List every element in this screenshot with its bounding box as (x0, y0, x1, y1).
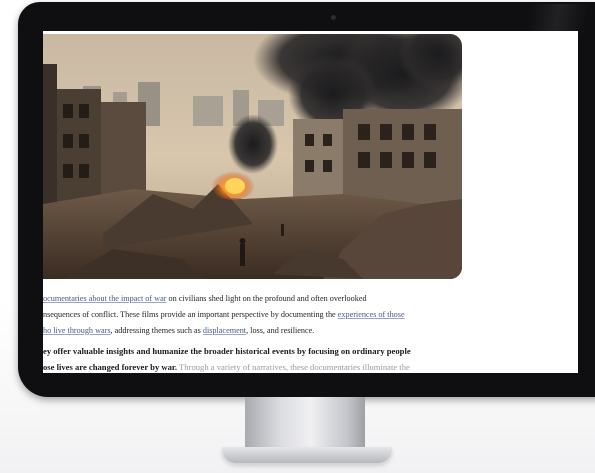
article-link-live-through-wars[interactable]: ho live through wars (43, 326, 111, 335)
monitor-stand-base (222, 447, 392, 463)
article-body: ocumentaries about the impact of war on … (43, 291, 563, 373)
screen-glare (473, 4, 595, 34)
article-link-displacement[interactable]: displacement (203, 326, 246, 335)
article-text: on civilians shed light on the profound … (166, 294, 367, 303)
war-city-illustration (43, 34, 462, 279)
article-paragraph-2-line-1: ey offer valuable insights and humanize … (43, 346, 411, 357)
article-text: nsequences of conflict. These films prov… (43, 309, 338, 319)
article-link-documentaries[interactable]: ocumentaries about the impact of war (43, 294, 166, 303)
article-strong-text: ose lives are changed forever by war. (43, 362, 178, 373)
article-paragraph-1-line-3: ho live through wars, addressing themes … (43, 323, 563, 339)
monitor-screen: ocumentaries about the impact of war on … (43, 31, 578, 373)
camera-icon (331, 15, 336, 20)
monitor-stand-neck (245, 397, 365, 449)
article-text: , loss, and resilience. (246, 325, 315, 335)
article-paragraph-1-line-1: ocumentaries about the impact of war on … (43, 291, 563, 307)
article-paragraph-1-line-2: nsequences of conflict. These films prov… (43, 307, 563, 323)
article-text: Through a variety of narratives, these d… (177, 362, 410, 373)
article-text: , addressing themes such as (110, 325, 203, 335)
article-paragraph-2-line-2: ose lives are changed forever by war. Th… (43, 360, 563, 373)
article-link-experiences[interactable]: experiences of those (338, 310, 405, 319)
article-hero-image (43, 34, 462, 279)
